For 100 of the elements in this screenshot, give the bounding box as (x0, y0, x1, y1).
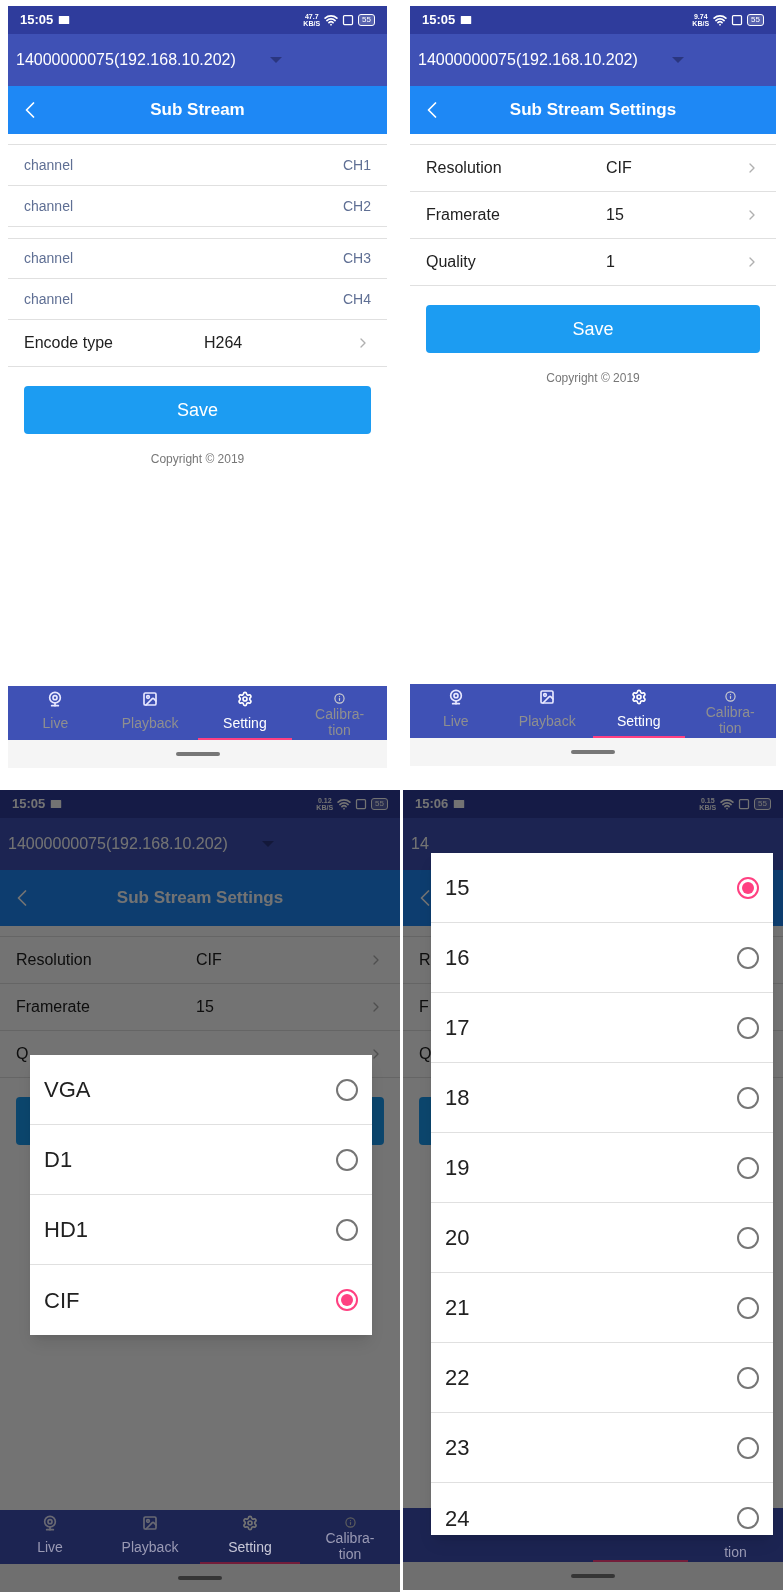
header-title: Sub Stream (150, 99, 245, 122)
setting-row[interactable]: Framerate 15 (410, 192, 776, 239)
row-label: channel (24, 289, 74, 309)
image-icon (142, 1515, 158, 1531)
camera-icon (47, 691, 64, 707)
channel-row[interactable]: channel CH4 (8, 279, 387, 320)
row-label: Resolution (16, 950, 92, 970)
radio-button[interactable] (737, 1366, 759, 1389)
option-label: HD1 (44, 1216, 89, 1244)
tab-label: Live (442, 713, 469, 729)
setting-row[interactable]: Resolution CIF (410, 145, 776, 192)
option-row[interactable]: 16 (431, 923, 773, 993)
screen-icon (355, 798, 368, 810)
option-row[interactable]: 18 (431, 1063, 773, 1133)
radio-button[interactable] (737, 1086, 759, 1109)
status-time: 15:05 (12, 795, 46, 814)
option-label: 19 (445, 1154, 471, 1182)
status-time: 15:05 (20, 11, 54, 30)
row-label: Resolution (426, 158, 502, 178)
radio-button[interactable] (336, 1218, 358, 1241)
battery-indicator: 55 (747, 14, 764, 26)
tab-label: Calibra- (325, 1530, 375, 1546)
radio-button[interactable] (737, 876, 759, 899)
option-row[interactable]: 17 (431, 993, 773, 1063)
option-row[interactable]: 21 (431, 1273, 773, 1343)
radio-button[interactable] (737, 1436, 759, 1459)
tab-label: Setting (223, 715, 267, 731)
tab-label: Calibra- (705, 704, 755, 720)
radio-button[interactable] (737, 1296, 759, 1319)
tab[interactable]: Playback (100, 1510, 200, 1564)
tab-label: tion (718, 720, 742, 736)
radio-button[interactable] (737, 946, 759, 969)
row-value: 15 (196, 997, 214, 1017)
option-label: 17 (445, 1014, 471, 1042)
screen-icon (738, 798, 751, 810)
row-value: CH1 (343, 155, 371, 175)
screen-icon (342, 14, 355, 26)
header-title: Sub Stream Settings (509, 99, 677, 122)
radio-button[interactable] (336, 1078, 358, 1101)
tab-label: Playback (518, 713, 576, 729)
option-label: 16 (445, 944, 471, 972)
option-row[interactable]: CIF (30, 1265, 372, 1335)
settings-icon (236, 691, 253, 707)
copyright-text: Copyright © 2019 (150, 451, 245, 468)
tab-label: tion (724, 1544, 747, 1560)
row-label: Framerate (16, 997, 90, 1017)
radio-button[interactable] (737, 1507, 759, 1529)
info-icon (724, 690, 736, 702)
setting-row[interactable]: Framerate 15 (0, 984, 400, 1031)
channel-row[interactable]: channel CH3 (8, 238, 387, 279)
device-selector[interactable]: 14000000075(192.168.10.202) (418, 48, 638, 72)
tab-label: Live (42, 715, 69, 731)
row-label: channel (24, 196, 74, 216)
setting-row[interactable]: Resolution CIF (0, 937, 400, 984)
option-label: 21 (445, 1294, 471, 1322)
row-value: 15 (606, 205, 624, 225)
option-row[interactable]: HD1 (30, 1195, 372, 1265)
option-row[interactable]: 15 (431, 853, 773, 923)
radio-button[interactable] (737, 1016, 759, 1039)
option-row[interactable]: 24 (431, 1483, 773, 1535)
info-icon (334, 692, 346, 704)
radio-button[interactable] (737, 1156, 759, 1179)
row-label: F (419, 997, 429, 1017)
camera-icon (42, 1515, 58, 1531)
row-label: Framerate (426, 205, 500, 225)
option-row[interactable]: 23 (431, 1413, 773, 1483)
option-label: VGA (44, 1076, 92, 1104)
copyright-text: Copyright © 2019 (546, 370, 640, 387)
image-icon (539, 689, 556, 705)
radio-button[interactable] (336, 1148, 358, 1171)
camera-icon (447, 689, 464, 705)
option-row[interactable]: VGA (30, 1055, 372, 1125)
row-label: Quality (426, 252, 476, 272)
radio-button[interactable] (737, 1226, 759, 1249)
wifi-icon (337, 797, 352, 811)
row-value: CH2 (343, 196, 371, 216)
row-label: Q (419, 1044, 432, 1064)
option-row[interactable]: 22 (431, 1343, 773, 1413)
wifi-icon (720, 797, 735, 811)
option-row[interactable]: 20 (431, 1203, 773, 1273)
tab[interactable]: Live (0, 1510, 100, 1564)
option-row[interactable]: 19 (431, 1133, 773, 1203)
settings-icon (242, 1515, 258, 1531)
row-value: CH4 (343, 289, 371, 309)
tab-label: Playback (121, 1539, 179, 1555)
tab-label: Playback (121, 715, 179, 731)
radio-button[interactable] (336, 1289, 358, 1311)
device-selector[interactable]: 14000000075(192.168.10.202) (16, 48, 236, 72)
tab-label: tion (338, 1546, 362, 1562)
setting-row[interactable]: Quality 1 (410, 239, 776, 286)
row-label: R (419, 950, 431, 970)
channel-row[interactable]: channel CH2 (8, 186, 387, 227)
row-value: CIF (196, 950, 222, 970)
header-title: Sub Stream Settings (116, 887, 284, 910)
row-value: H264 (204, 333, 243, 353)
option-row[interactable]: D1 (30, 1125, 372, 1195)
tab-label: Setting (228, 1539, 272, 1555)
setting-row[interactable]: Encode type H264 (8, 320, 387, 367)
tab[interactable]: Calibra- tion (300, 1510, 400, 1564)
channel-row[interactable]: channel CH1 (8, 145, 387, 186)
